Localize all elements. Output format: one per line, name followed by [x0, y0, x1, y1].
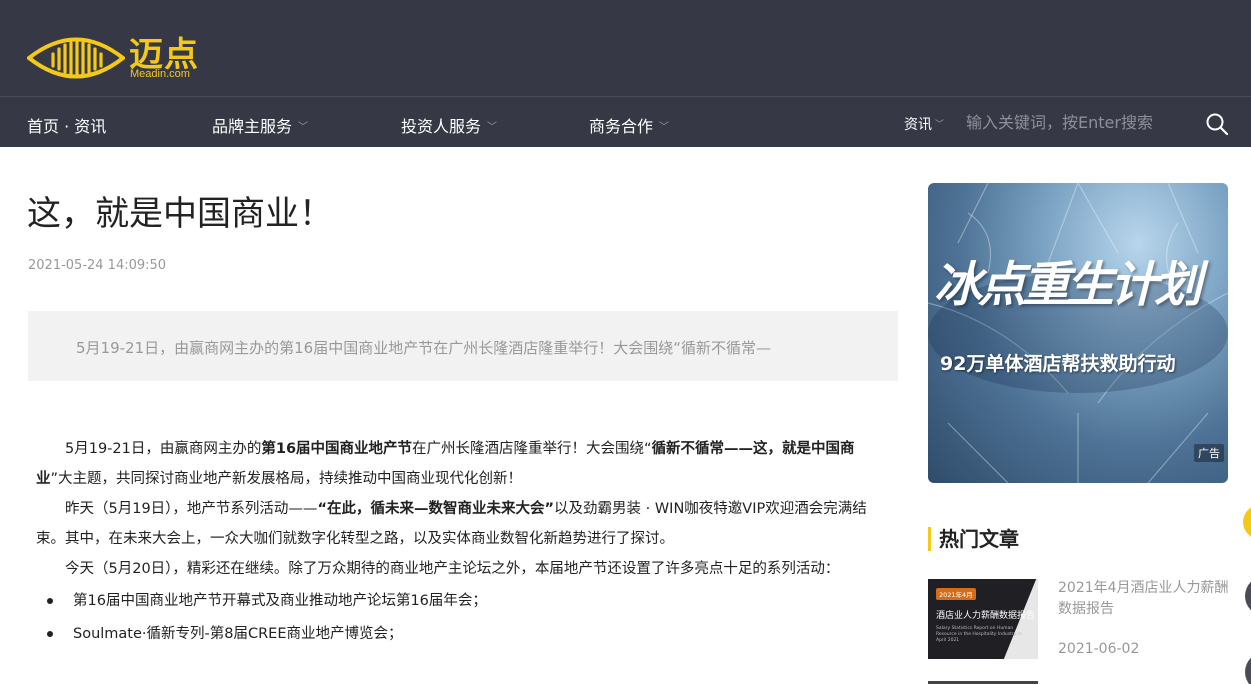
chevron-down-icon: ﹀	[935, 120, 944, 130]
thumbnail-tag: 2021年4月	[936, 588, 976, 600]
text-run: 5月19-21日，由赢商网主办的	[65, 441, 261, 457]
logo-text-en: Meadin.com	[130, 68, 190, 80]
nav-brand-services[interactable]: 品牌主服务 ﹀	[212, 113, 308, 137]
text-run: ”大主题，共同探讨商业地产新发展格局，持续推动中国商业现代化创新！	[51, 471, 523, 487]
hot-article-link[interactable]: 2021年4月酒店业人力薪酬数据报告	[1058, 578, 1230, 620]
logo-eye-icon	[27, 31, 125, 83]
nav-home-news-label: 首页 · 资讯	[27, 117, 106, 136]
nav-home-news[interactable]: 首页 · 资讯	[27, 113, 106, 137]
text-run: 昨天（5月19日），地产节系列活动——	[65, 501, 317, 517]
article-paragraph: 5月19-21日，由赢商网主办的第16届中国商业地产节在广州长隆酒店隆重举行！大…	[36, 434, 888, 494]
chevron-down-icon: ﹀	[487, 118, 497, 133]
list-item: 第16届中国商业地产节开幕式及商业推动地产论坛第16届年会；	[36, 586, 888, 616]
article-title: 这，就是中国商业！	[27, 186, 333, 235]
article-paragraph: 昨天（5月19日），地产节系列活动——“在此，循未来—数智商业未来大会”以及劲霸…	[36, 494, 888, 554]
site-header: 迈点 Meadin.com	[0, 0, 1251, 96]
frost-pattern-image	[928, 183, 1228, 483]
site-logo[interactable]: 迈点 Meadin.com	[27, 31, 217, 83]
ad-calligraphy-text: 冰点重生计划	[934, 245, 1198, 315]
article-body: 5月19-21日，由赢商网主办的第16届中国商业地产节在广州长隆酒店隆重举行！大…	[36, 434, 888, 652]
search-input[interactable]	[966, 107, 1176, 137]
thumbnail-title: 酒店业人力薪酬数据报告	[936, 608, 1035, 621]
chevron-down-icon: ﹀	[659, 118, 669, 133]
list-item: Soulmate·循新专列-第8届CREE商业地产博览会；	[36, 619, 888, 649]
article-summary-text: 5月19-21日，由赢商网主办的第16届中国商业地产节在广州长隆酒店隆重举行！大…	[76, 337, 771, 358]
article-paragraph: 今天（5月20日），精彩还在继续。除了万众期待的商业地产主论坛之外，本届地产节还…	[36, 554, 888, 584]
hot-articles-heading: 热门文章	[928, 527, 1019, 551]
nav-business-cooperation-label: 商务合作	[589, 117, 653, 136]
floating-feedback-button[interactable]	[1243, 505, 1251, 539]
nav-investor-services-label: 投资人服务	[401, 117, 481, 136]
text-run-bold: 第16届中国商业地产节	[261, 441, 412, 457]
article-date: 2021-05-24 14:09:50	[28, 258, 166, 273]
ad-slogan: 92万单体酒店帮扶救助行动	[940, 349, 1175, 376]
nav-brand-services-label: 品牌主服务	[212, 117, 292, 136]
article-summary-box: 5月19-21日，由赢商网主办的第16届中国商业地产节在广州长隆酒店隆重举行！大…	[28, 311, 898, 381]
text-run: 在广州长隆酒店隆重举行！大会围绕“	[412, 441, 652, 457]
nav-business-cooperation[interactable]: 商务合作 ﹀	[589, 113, 669, 137]
search-category-label: 资讯	[904, 117, 932, 133]
sidebar-ad-banner[interactable]: 冰点重生计划 92万单体酒店帮扶救助行动 广告	[928, 183, 1228, 483]
chevron-down-icon: ﹀	[298, 118, 308, 133]
search-category-select[interactable]: 资讯﹀	[904, 114, 944, 134]
thumbnail-subtitle: Salary Statistics Report on Human Resour…	[936, 626, 1030, 644]
hot-article-date: 2021-06-02	[1058, 641, 1139, 657]
ad-label-badge: 广告	[1194, 444, 1224, 462]
main-nav: 首页 · 资讯 品牌主服务﹀ 投资人服务﹀ 商务合作﹀ 资讯﹀	[0, 96, 1251, 147]
search-icon[interactable]	[1204, 111, 1230, 137]
floating-side-button[interactable]	[1245, 652, 1251, 684]
event-list: 第16届中国商业地产节开幕式及商业推动地产论坛第16届年会； Soulmate·…	[36, 586, 888, 649]
text-run-bold: “在此，循未来—数智商业未来大会”	[317, 501, 554, 517]
nav-investor-services[interactable]: 投资人服务 ﹀	[401, 113, 497, 137]
floating-side-button[interactable]	[1245, 576, 1251, 616]
hot-article-thumbnail[interactable]: 2021年4月 酒店业人力薪酬数据报告 Salary Statistics Re…	[928, 579, 1038, 659]
